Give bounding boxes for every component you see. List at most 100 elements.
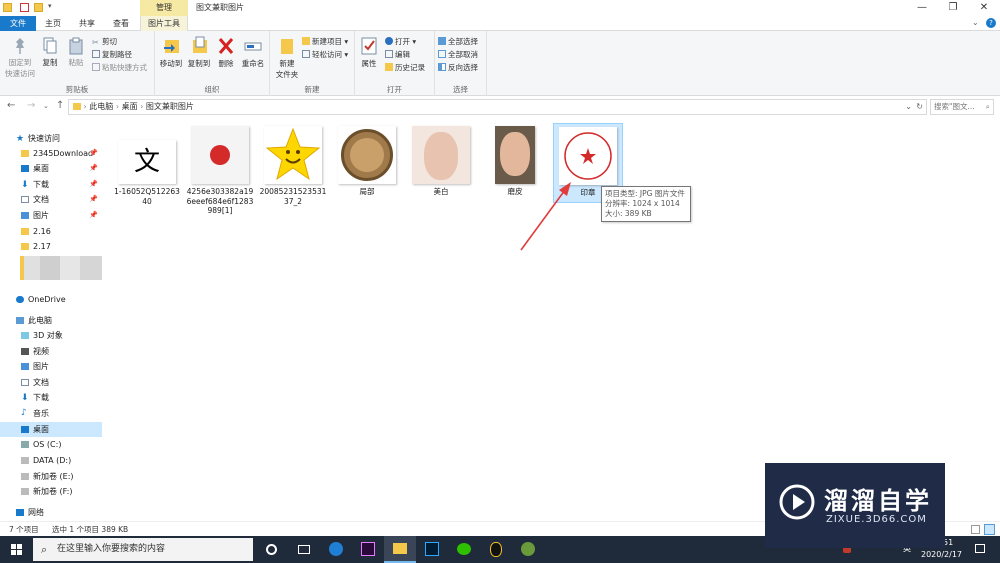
new-folder-button[interactable]: 新建 文件夹 <box>272 36 302 80</box>
tab-view[interactable]: 查看 <box>106 16 136 31</box>
sidebar-item-documents[interactable]: 文档 📌 <box>0 192 102 207</box>
copy-button[interactable]: 复制 <box>38 37 62 68</box>
taskbar-edge-button[interactable] <box>320 536 352 563</box>
sidebar-item-drive-c[interactable]: OS (C:) <box>0 437 102 452</box>
recent-locations-icon[interactable]: ⌄ <box>43 102 49 110</box>
task-view-button[interactable] <box>256 536 288 563</box>
select-none-button[interactable]: 全部取消 <box>438 49 478 60</box>
details-view-icon[interactable] <box>971 525 980 534</box>
breadcrumb-desktop[interactable]: 桌面 <box>122 102 138 111</box>
taskbar-premiere-button[interactable] <box>352 536 384 563</box>
taskbar-search-input[interactable]: ⌕ 在这里输入你要搜索的内容 <box>33 538 253 561</box>
sidebar-item-2-17[interactable]: 2.17 <box>0 239 102 254</box>
open-label: 打开 ▾ <box>395 37 417 46</box>
customize-quick-access-icon[interactable]: ▾ <box>48 2 52 10</box>
sidebar-item-pc-downloads[interactable]: ⬇ 下载 <box>0 390 102 405</box>
taskbar-explorer-button[interactable] <box>384 536 416 563</box>
folder-icon <box>3 3 12 12</box>
maximize-button[interactable]: ❐ <box>938 0 968 16</box>
large-icons-view-icon[interactable] <box>984 524 995 535</box>
ribbon-collapse-icon[interactable]: ⌄ <box>972 18 979 27</box>
taskbar-app-button[interactable] <box>512 536 544 563</box>
context-tab-group-label: 管理 <box>140 0 188 16</box>
sidebar-item-pictures[interactable]: 图片 📌 <box>0 208 102 223</box>
easy-access-icon <box>302 50 310 58</box>
sidebar-item-label: 图片 <box>33 211 49 220</box>
rename-label: 重命名 <box>241 59 265 68</box>
copy-path-button[interactable]: 复制路径 <box>92 49 132 60</box>
sidebar-item-pc-documents[interactable]: 文档 <box>0 375 102 390</box>
forward-arrow-icon[interactable]: → <box>27 100 35 111</box>
address-bar[interactable]: › 此电脑 › 桌面 › 图文兼职图片 ⌄ ↻ <box>68 99 927 115</box>
edit-label: 编辑 <box>395 50 410 59</box>
new-item-button[interactable]: 新建项目 ▾ <box>302 36 348 47</box>
taskbar-photoshop-button[interactable] <box>416 536 448 563</box>
close-button[interactable]: ✕ <box>969 0 999 16</box>
file-item[interactable]: 4256e303382a196eeef684e6f1283989[1] <box>186 126 254 216</box>
download-arrow-icon: ⬇ <box>21 180 29 190</box>
delete-button[interactable]: 删除 <box>214 36 238 69</box>
file-item[interactable]: 美白 <box>407 126 475 197</box>
sidebar-item-2345download[interactable]: 2345Download 📌 <box>0 146 102 161</box>
paste-shortcut-button[interactable]: 粘贴快捷方式 <box>92 62 147 73</box>
tab-home[interactable]: 主页 <box>38 16 68 31</box>
select-all-button[interactable]: 全部选择 <box>438 36 478 47</box>
cut-button[interactable]: ✂ 剪切 <box>92 36 117 47</box>
file-thumbnail <box>412 126 470 184</box>
pin-icon: 📌 <box>89 149 98 157</box>
invert-selection-button[interactable]: 反向选择 <box>438 62 478 73</box>
sidebar-item-3d-objects[interactable]: 3D 对象 <box>0 328 102 343</box>
sidebar-item-drive-d[interactable]: DATA (D:) <box>0 453 102 468</box>
paste-button[interactable]: 粘贴 <box>64 37 88 68</box>
help-icon[interactable]: ? <box>986 18 996 28</box>
tab-file[interactable]: 文件 <box>0 16 36 31</box>
address-dropdown-icon[interactable]: ⌄ <box>905 100 912 114</box>
move-to-button[interactable]: 移动到 <box>157 36 185 69</box>
sidebar-item-drive-e[interactable]: 新加卷 (E:) <box>0 469 102 484</box>
sidebar-item-label: 下载 <box>33 180 49 189</box>
sidebar-onedrive[interactable]: OneDrive <box>0 292 102 307</box>
refresh-icon[interactable]: ↻ <box>916 100 923 114</box>
sidebar-quick-access[interactable]: ★ 快速访问 <box>0 131 102 146</box>
properties-quick-icon[interactable] <box>20 3 29 12</box>
sidebar-item-music[interactable]: ♪ 音乐 <box>0 406 102 421</box>
copy-to-button[interactable]: 复制到 <box>185 36 213 69</box>
sidebar-item-desktop[interactable]: 桌面 📌 <box>0 161 102 176</box>
tab-picture-tools[interactable]: 图片工具 <box>140 16 188 31</box>
search-input[interactable]: 搜索"图文... ⌕ <box>930 99 994 115</box>
up-arrow-icon[interactable]: ↑ <box>56 100 64 111</box>
tab-share[interactable]: 共享 <box>72 16 102 31</box>
breadcrumb-current-folder[interactable]: 图文兼职图片 <box>146 102 194 111</box>
sidebar-item-pc-pictures[interactable]: 图片 <box>0 359 102 374</box>
file-item[interactable]: 文 1-16052Q51226340 <box>113 140 181 206</box>
pin-to-quick-access-button[interactable]: 固定到 快速访问 <box>3 37 37 79</box>
sidebar-item-downloads[interactable]: ⬇ 下载 📌 <box>0 177 102 192</box>
minimize-button[interactable]: — <box>907 0 937 16</box>
edit-button[interactable]: 编辑 <box>385 49 410 60</box>
history-button[interactable]: 历史记录 <box>385 62 425 73</box>
properties-button[interactable]: 属性 <box>357 36 381 69</box>
easy-access-button[interactable]: 轻松访问 ▾ <box>302 49 348 60</box>
sidebar-item-2-16[interactable]: 2.16 <box>0 224 102 239</box>
clock-date[interactable]: 2020/2/17 <box>921 550 962 559</box>
taskbar-wechat-button[interactable] <box>448 536 480 563</box>
file-item[interactable]: 局部 <box>333 126 401 197</box>
open-button[interactable]: 打开 ▾ <box>385 36 416 47</box>
sidebar-item-drive-f[interactable]: 新加卷 (F:) <box>0 484 102 499</box>
download-arrow-icon: ⬇ <box>21 393 29 403</box>
back-arrow-icon[interactable]: ← <box>7 100 15 111</box>
copy-to-icon <box>193 36 207 53</box>
sidebar-network[interactable]: 网络 <box>0 505 102 520</box>
rename-button[interactable]: 重命名 <box>239 36 267 69</box>
new-folder-quick-icon[interactable] <box>34 3 43 12</box>
task-view-icon-button[interactable] <box>288 536 320 563</box>
start-button[interactable] <box>0 536 32 563</box>
sidebar-item-videos[interactable]: 视频 <box>0 344 102 359</box>
window-title: 图文兼职图片 <box>196 3 244 12</box>
notification-icon[interactable] <box>975 544 985 553</box>
taskbar-qq-button[interactable] <box>480 536 512 563</box>
file-item[interactable]: 2008523152353137_2 <box>259 126 327 206</box>
sidebar-this-pc[interactable]: 此电脑 <box>0 313 102 328</box>
sidebar-item-pc-desktop[interactable]: 桌面 <box>0 422 102 437</box>
breadcrumb-this-pc[interactable]: 此电脑 <box>89 102 113 111</box>
